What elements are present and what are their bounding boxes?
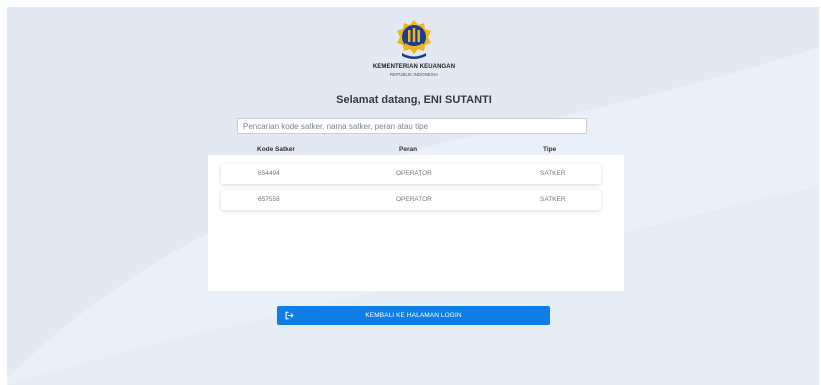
back-to-login-button[interactable]: KEMBALI KE HALAMAN LOGIN	[277, 306, 550, 325]
cell-peran: OPERATOR	[396, 196, 432, 203]
column-header-peran: Peran	[399, 146, 418, 153]
org-name: KEMENTERIAN KEUANGAN	[372, 64, 456, 70]
kemenkeu-logo-icon	[397, 20, 431, 59]
table-row[interactable]: 654494 OPERATOR SATKER	[221, 164, 601, 184]
cell-kode-satker: 654494	[258, 170, 280, 177]
cell-kode-satker: 657558	[258, 196, 280, 203]
back-to-login-label: KEMBALI KE HALAMAN LOGIN	[365, 312, 462, 319]
welcome-heading: Selamat datang, ENI SUTANTI	[336, 94, 492, 106]
cell-tipe: SATKER	[540, 196, 566, 203]
table-row[interactable]: 657558 OPERATOR SATKER	[221, 190, 601, 210]
column-header-kode-satker: Kode Satker	[257, 146, 295, 153]
column-header-tipe: Tipe	[543, 146, 557, 153]
cell-tipe: SATKER	[540, 170, 566, 177]
cell-peran: OPERATOR	[396, 170, 432, 177]
org-subtitle: REPUBLIK INDONESIA	[389, 72, 439, 77]
search-input[interactable]	[237, 118, 587, 134]
